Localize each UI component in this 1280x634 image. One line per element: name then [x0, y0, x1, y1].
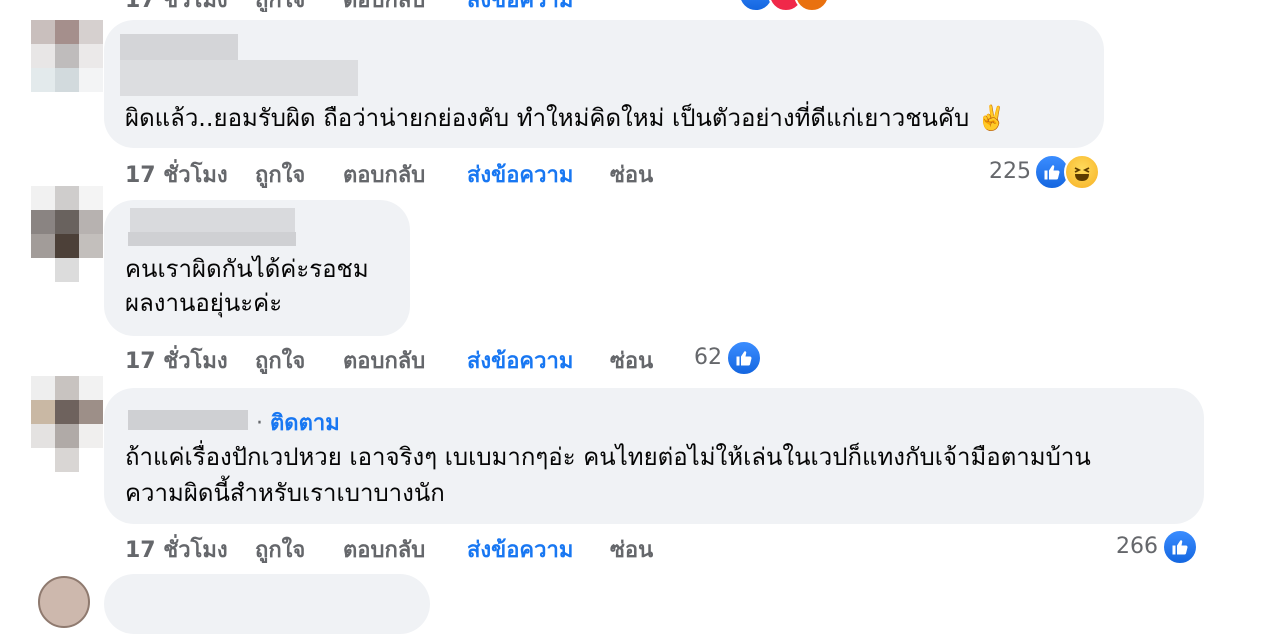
like-button[interactable]: ถูกใจ — [255, 157, 305, 192]
send-message-button[interactable]: ส่งข้อความ — [467, 532, 573, 567]
reply-button[interactable]: ตอบกลับ — [343, 0, 425, 12]
send-message-button[interactable]: ส่งข้อความ — [467, 0, 573, 12]
reaction-count[interactable]: 225 — [989, 159, 1031, 184]
hide-button[interactable]: ซ่อน — [610, 343, 653, 378]
like-button[interactable]: ถูกใจ — [255, 0, 305, 12]
hide-button[interactable]: ซ่อน — [610, 532, 653, 567]
avatar-partial[interactable] — [38, 576, 90, 628]
like-button[interactable]: ถูกใจ — [255, 343, 305, 378]
like-icon — [738, 0, 774, 10]
author-name-blurred-2 — [128, 232, 296, 246]
follow-label[interactable]: ติดตาม — [270, 411, 340, 436]
comment-text-line: ถ้าแค่เรื่องปักเวปหวย เอาจริงๆ เบเบมากๆอ… — [125, 443, 1091, 471]
reply-button[interactable]: ตอบกลับ — [343, 157, 425, 192]
follow-link[interactable]: · ติดตาม — [256, 405, 340, 440]
reply-button[interactable]: ตอบกลับ — [343, 343, 425, 378]
angry-icon — [794, 0, 830, 10]
avatar[interactable] — [31, 20, 103, 116]
like-icon — [726, 340, 762, 376]
avatar[interactable] — [31, 376, 103, 472]
comment-text-line: คนเราผิดกันได้ค่ะรอชม — [125, 255, 369, 283]
timestamp[interactable]: 17 ชั่วโมง — [125, 343, 228, 378]
timestamp[interactable]: 17 ชั่วโมง — [125, 157, 228, 192]
author-name-blurred[interactable] — [130, 208, 295, 232]
comment-text-line: ความผิดนี้สำหรับเราเบาบางนัก — [125, 479, 445, 507]
author-name-blurred[interactable] — [120, 34, 238, 60]
author-name-blurred-2 — [120, 60, 358, 96]
reply-button[interactable]: ตอบกลับ — [343, 532, 425, 567]
like-icon — [1162, 529, 1198, 565]
hide-button[interactable]: ซ่อน — [610, 157, 653, 192]
haha-icon — [1064, 154, 1100, 190]
avatar[interactable] — [31, 186, 103, 282]
top-partial-row: 17 ชั่วโมง ถูกใจ ตอบกลับ ส่งข้อความ — [125, 0, 845, 12]
author-name-blurred[interactable] — [128, 410, 248, 430]
timestamp[interactable]: 17 ชั่วโมง — [125, 0, 228, 12]
like-button[interactable]: ถูกใจ — [255, 532, 305, 567]
reaction-icons-partial[interactable] — [738, 0, 830, 10]
comment-text: ผิดแล้ว..ยอมรับผิด ถือว่าน่ายกย่องคับ ทำ… — [125, 104, 1007, 132]
reaction-count[interactable]: 62 — [694, 345, 722, 370]
reaction-count[interactable]: 266 — [1116, 534, 1158, 559]
comment-text-line: ผลงานอยุ่นะค่ะ — [125, 289, 283, 317]
separator-dot: · — [256, 411, 263, 436]
send-message-button[interactable]: ส่งข้อความ — [467, 343, 573, 378]
comment-bubble-partial — [104, 574, 430, 634]
timestamp[interactable]: 17 ชั่วโมง — [125, 532, 228, 567]
send-message-button[interactable]: ส่งข้อความ — [467, 157, 573, 192]
